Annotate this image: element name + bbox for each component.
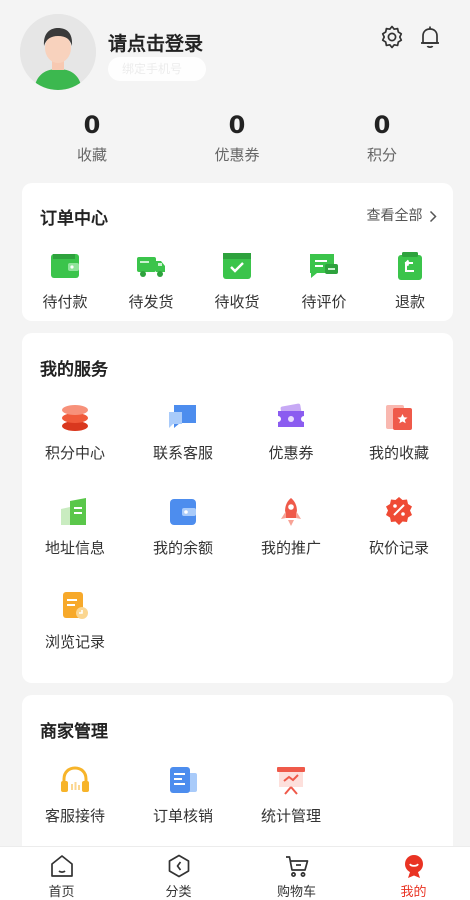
service-label: 优惠券 — [268, 444, 314, 462]
truck-icon — [134, 249, 168, 283]
merchant-order-verification[interactable]: 订单核销 — [133, 763, 233, 826]
stat-value: 0 — [373, 111, 391, 139]
user-icon — [401, 853, 427, 879]
tab-category[interactable]: 分类 — [120, 847, 237, 900]
merchant-statistics[interactable]: 统计管理 — [241, 763, 341, 826]
merchant-label: 统计管理 — [260, 807, 321, 825]
coupon-icon — [274, 400, 308, 434]
address-icon — [58, 495, 92, 529]
service-label: 我的余额 — [152, 539, 213, 557]
service-balance[interactable]: 我的余额 — [133, 495, 233, 558]
order-label: 待收货 — [214, 293, 260, 311]
merchant-card: 商家管理 客服接待 订单核销 统计管理 — [22, 695, 453, 855]
stat-label: 收藏 — [76, 146, 107, 164]
tab-label: 分类 — [165, 885, 192, 900]
avatar[interactable] — [20, 14, 96, 90]
service-label: 我的收藏 — [368, 444, 429, 462]
balance-wallet-icon — [166, 495, 200, 529]
stat-value: 0 — [83, 111, 101, 139]
stat-favorites[interactable]: 0 收藏 — [32, 108, 152, 165]
login-prompt[interactable]: 请点击登录 — [108, 29, 203, 56]
view-all-label: 查看全部 — [366, 208, 423, 224]
points-stack-icon — [58, 400, 92, 434]
service-label: 联系客服 — [152, 444, 213, 462]
order-label: 退款 — [394, 293, 425, 311]
stat-points[interactable]: 0 积分 — [322, 108, 442, 165]
tab-label: 首页 — [48, 885, 75, 900]
my-services-card: 我的服务 积分中心 联系客服 优惠券 我的收藏 地址信息 我的余额 我的推广 砍… — [22, 333, 453, 683]
category-icon — [166, 853, 192, 879]
rocket-icon — [274, 495, 308, 529]
order-center-title: 订单中心 — [40, 209, 108, 229]
order-pending-review[interactable]: 待评价 — [274, 249, 374, 312]
tab-cart[interactable]: 购物车 — [238, 847, 355, 900]
statistics-icon — [274, 763, 308, 797]
chevron-right-icon — [429, 210, 437, 223]
bell-icon[interactable] — [417, 24, 443, 50]
tab-label: 购物车 — [276, 885, 316, 900]
order-label: 待发货 — [128, 293, 174, 311]
tab-mine[interactable]: 我的 — [355, 847, 470, 900]
refund-bag-icon — [393, 249, 427, 283]
order-center-card: 订单中心 查看全部 待付款 待发货 待收货 待评价 退款 — [22, 183, 453, 321]
service-label: 地址信息 — [44, 539, 105, 557]
order-pending-payment[interactable]: 待付款 — [15, 249, 115, 312]
cart-icon — [284, 853, 310, 879]
verify-order-icon — [166, 763, 200, 797]
order-pending-shipment[interactable]: 待发货 — [101, 249, 201, 312]
service-contact-support[interactable]: 联系客服 — [133, 400, 233, 463]
bottom-tab-bar: 首页 分类 购物车 我的 — [0, 846, 470, 900]
favorites-icon — [382, 400, 416, 434]
stat-value: 0 — [228, 111, 246, 139]
tab-label: 我的 — [400, 885, 427, 900]
chat-icon — [166, 400, 200, 434]
discount-badge-icon — [382, 495, 416, 529]
service-label: 浏览记录 — [44, 633, 105, 651]
service-bargain-records[interactable]: 砍价记录 — [349, 495, 449, 558]
home-icon — [49, 853, 75, 879]
settings-gear-icon[interactable] — [379, 24, 405, 50]
headset-icon — [58, 763, 92, 797]
service-label: 砍价记录 — [368, 539, 429, 557]
service-my-favorites[interactable]: 我的收藏 — [349, 400, 449, 463]
service-label: 积分中心 — [44, 444, 105, 462]
service-label: 我的推广 — [260, 539, 321, 557]
service-promotion[interactable]: 我的推广 — [241, 495, 341, 558]
stat-label: 积分 — [366, 146, 397, 164]
merchant-title: 商家管理 — [40, 722, 108, 742]
merchant-customer-service[interactable]: 客服接待 — [25, 763, 125, 826]
order-refund[interactable]: 退款 — [360, 249, 460, 312]
service-points-center[interactable]: 积分中心 — [25, 400, 125, 463]
tab-home[interactable]: 首页 — [3, 847, 120, 900]
merchant-label: 订单核销 — [152, 807, 213, 825]
stat-coupons[interactable]: 0 优惠券 — [177, 108, 297, 165]
order-label: 待评价 — [301, 293, 347, 311]
order-label: 待付款 — [42, 293, 88, 311]
view-all-orders-link[interactable]: 查看全部 — [367, 205, 437, 225]
bind-phone-button[interactable]: 绑定手机号 — [108, 57, 206, 81]
merchant-label: 客服接待 — [44, 807, 105, 825]
my-services-title: 我的服务 — [40, 360, 108, 380]
profile-header: 请点击登录 绑定手机号 — [0, 0, 470, 100]
service-coupons[interactable]: 优惠券 — [241, 400, 341, 463]
package-icon — [220, 249, 254, 283]
service-address[interactable]: 地址信息 — [25, 495, 125, 558]
service-browse-history[interactable]: 浏览记录 — [25, 589, 125, 652]
history-icon — [58, 589, 92, 623]
wallet-icon — [48, 249, 82, 283]
stat-label: 优惠券 — [214, 146, 260, 164]
stats-row: 0 收藏 0 优惠券 0 积分 — [0, 108, 470, 174]
comment-icon — [307, 249, 341, 283]
order-pending-receipt[interactable]: 待收货 — [187, 249, 287, 312]
